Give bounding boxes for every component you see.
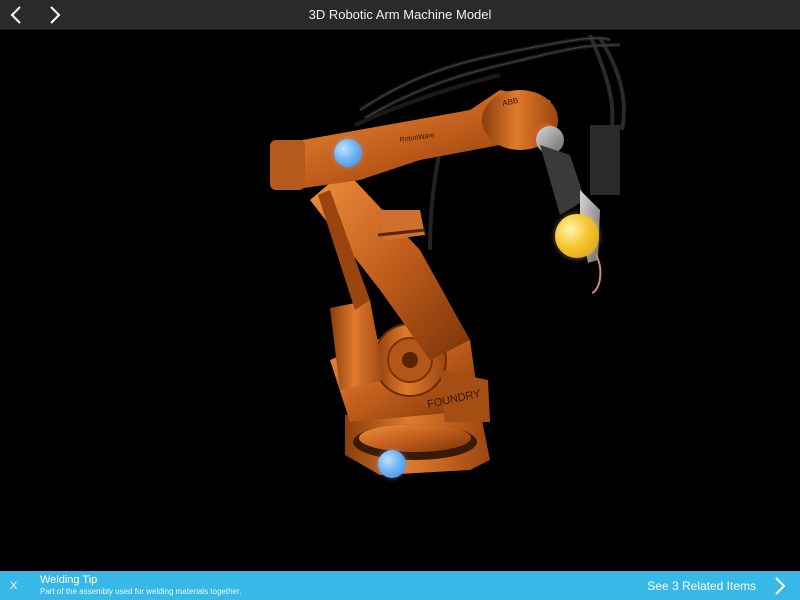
page-title: 3D Robotic Arm Machine Model bbox=[308, 7, 492, 22]
base-hotspot[interactable] bbox=[378, 450, 406, 478]
model-viewport[interactable]: RobotWare ABB FOUNDRY bbox=[0, 30, 800, 571]
wrist-assembly bbox=[536, 125, 620, 294]
welding-tip-hotspot[interactable] bbox=[555, 214, 599, 258]
top-bar: 3D Robotic Arm Machine Model bbox=[0, 0, 800, 30]
tip-title: Welding Tip bbox=[40, 574, 98, 586]
info-bar: X Welding Tip Part of the assembly used … bbox=[0, 571, 800, 600]
robot-arm-model[interactable]: RobotWare ABB FOUNDRY bbox=[0, 30, 800, 571]
chevron-right-icon bbox=[775, 577, 786, 595]
close-button[interactable]: X bbox=[10, 580, 17, 592]
tip-description: Part of the assembly used for welding ma… bbox=[40, 587, 242, 596]
related-items-chevron[interactable] bbox=[774, 577, 786, 600]
related-items-link[interactable]: See 3 Related Items bbox=[647, 579, 756, 593]
shoulder-hotspot[interactable] bbox=[334, 139, 362, 167]
